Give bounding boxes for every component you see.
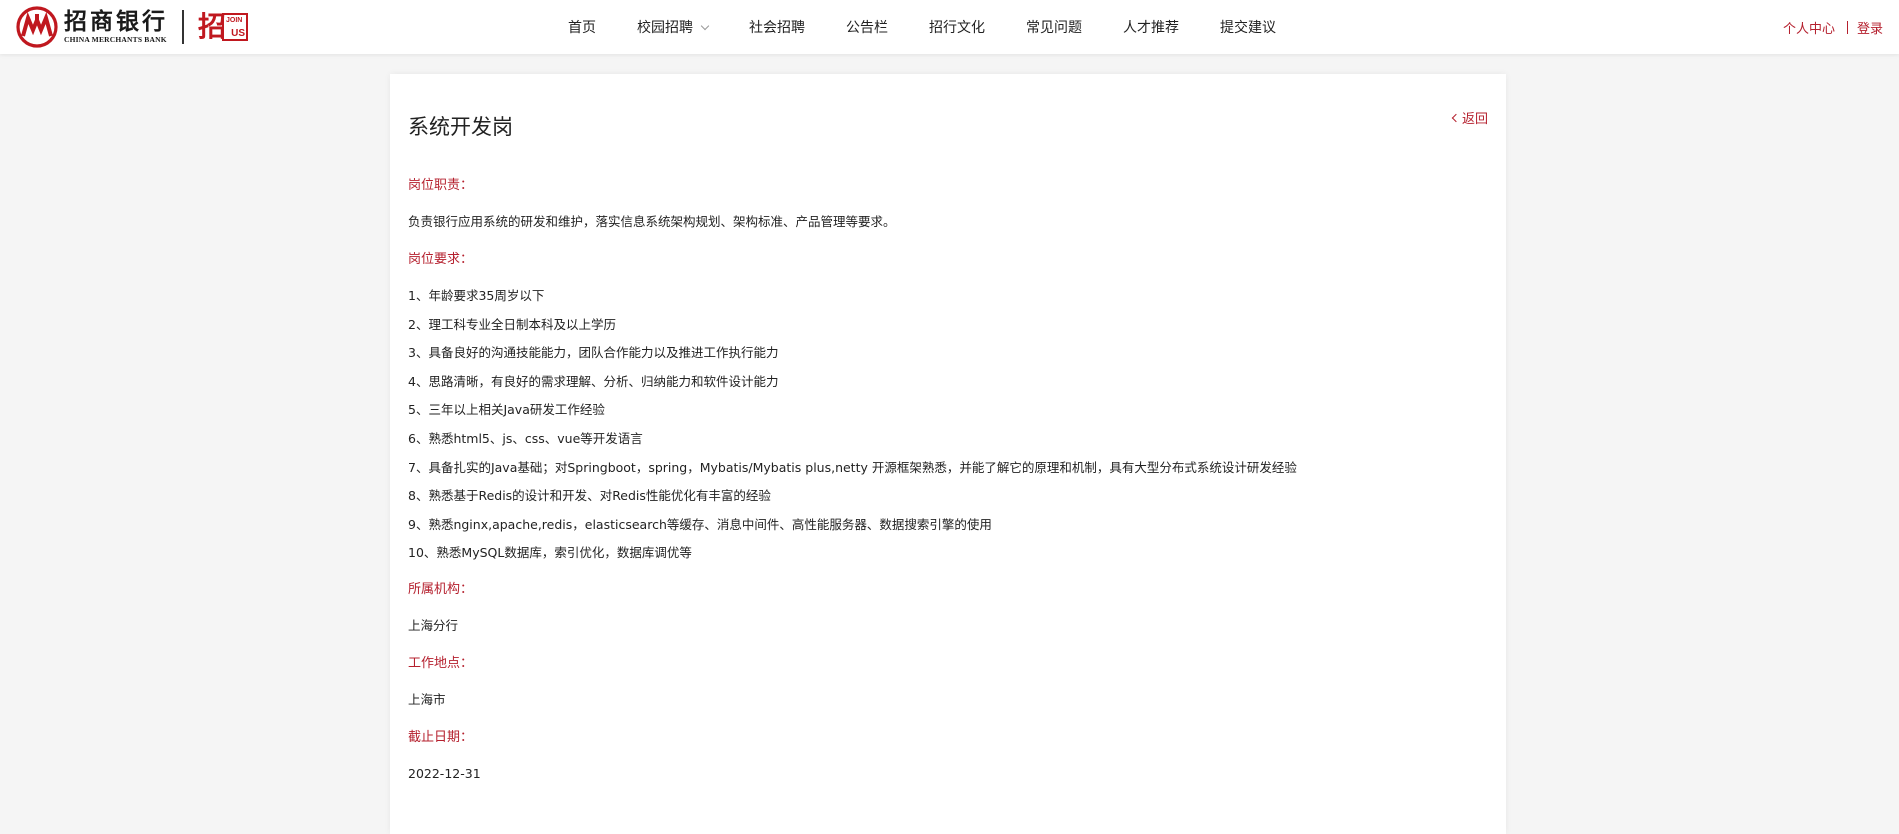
join-logo-box: JOIN US [222, 13, 249, 41]
logo-name-en: CHINA MERCHANTS BANK [64, 35, 167, 44]
nav-item-label: 人才推荐 [1123, 20, 1179, 36]
chevron-left-icon [1451, 113, 1461, 122]
back-label: 返回 [1461, 112, 1488, 127]
job-detail-card: 系统开发岗 返回 岗位职责： 负责银行应用系统的研发和维护，落实信息系统架构规划… [390, 74, 1506, 834]
nav-item-label: 招行文化 [929, 20, 985, 36]
join-us-logo: 招 JOIN US [198, 12, 249, 42]
nav-item-label: 公告栏 [846, 20, 888, 36]
nav-item-campus-recruitment[interactable]: 校园招聘 [637, 17, 710, 37]
logo-text: 招商银行 CHINA MERCHANTS BANK [64, 9, 168, 45]
job-content: 岗位职责： 负责银行应用系统的研发和维护，落实信息系统架构规划、架构标准、产品管… [408, 178, 1488, 804]
org-section-value: 上海分行 [408, 618, 1488, 656]
list-item: 5、三年以上相关Java研发工作经验 [408, 402, 605, 418]
header-user-links: 个人中心 登录 [1783, 0, 1883, 54]
nav-item-faq[interactable]: 常见问题 [1026, 17, 1082, 37]
login-link[interactable]: 登录 [1857, 18, 1883, 37]
nav-item-suggestions[interactable]: 提交建议 [1220, 17, 1276, 37]
duties-text: 负责银行应用系统的研发和维护，落实信息系统架构规划、架构标准、产品管理等要求。 [408, 214, 896, 229]
list-item: 6、熟悉html5、js、css、vue等开发语言 [408, 430, 643, 446]
deadline-label: 截止日期： [408, 730, 474, 746]
chevron-down-icon [700, 21, 710, 31]
nav-item-social-recruitment[interactable]: 社会招聘 [749, 17, 805, 37]
top-header: 招商银行 CHINA MERCHANTS BANK 招 JOIN US 首页 校… [0, 0, 1899, 54]
join-logo-word: JOIN [226, 17, 243, 24]
nav-item-culture[interactable]: 招行文化 [929, 17, 985, 37]
duties-section-label: 岗位职责： [408, 178, 1488, 214]
logo-divider [182, 10, 184, 44]
back-button[interactable]: 返回 [1451, 108, 1488, 127]
requirements-section-label: 岗位要求： [408, 252, 1488, 288]
duties-section-text: 负责银行应用系统的研发和维护，落实信息系统架构规划、架构标准、产品管理等要求。 [408, 214, 1488, 252]
org-value: 上海分行 [408, 618, 459, 634]
duties-label: 岗位职责： [408, 178, 474, 193]
list-item: 10、熟悉MySQL数据库，索引优化，数据库调优等 [408, 545, 692, 561]
page-title: 系统开发岗 [408, 115, 513, 139]
main-nav: 首页 校园招聘 社会招聘 公告栏 招行文化 常见问题 人才推荐 提交建议 [568, 0, 1317, 54]
org-label: 所属机构： [408, 582, 474, 598]
list-item: 7、具备扎实的Java基础；对Springboot，spring，Mybatis… [408, 459, 1297, 475]
org-section-label: 所属机构： [408, 582, 1488, 618]
list-item: 8、熟悉基于Redis的设计和开发、对Redis性能优化有丰富的经验 [408, 488, 771, 504]
nav-item-label: 首页 [568, 20, 596, 36]
list-item: 3、具备良好的沟通技能能力，团队合作能力以及推进工作执行能力 [408, 345, 779, 361]
nav-item-label: 常见问题 [1026, 20, 1082, 36]
user-center-link[interactable]: 个人中心 [1783, 18, 1835, 37]
cmb-logo-icon [16, 6, 58, 48]
location-label: 工作地点： [408, 656, 474, 672]
list-item: 2、理工科专业全日制本科及以上学历 [408, 316, 616, 332]
cmb-logo[interactable]: 招商银行 CHINA MERCHANTS BANK 招 JOIN US [16, 6, 249, 48]
list-item: 9、熟悉nginx,apache,redis，elasticsearch等缓存、… [408, 516, 992, 532]
requirements-list: 1、年龄要求35周岁以下 2、理工科专业全日制本科及以上学历 3、具备良好的沟通… [408, 288, 1488, 582]
nav-item-label: 提交建议 [1220, 20, 1276, 36]
requirements-label: 岗位要求： [408, 252, 474, 267]
deadline-section-label: 截止日期： [408, 730, 1488, 766]
location-value: 上海市 [408, 692, 446, 708]
join-logo-us: US [231, 28, 246, 39]
nav-item-label: 校园招聘 [637, 20, 693, 36]
header-separator [1846, 20, 1848, 34]
list-item: 1、年龄要求35周岁以下 [408, 288, 545, 303]
list-item: 4、思路清晰，有良好的需求理解、分析、归纳能力和软件设计能力 [408, 373, 779, 389]
nav-item-label: 社会招聘 [749, 20, 805, 36]
nav-item-announcements[interactable]: 公告栏 [846, 17, 888, 37]
nav-item-home[interactable]: 首页 [568, 17, 596, 37]
deadline-value: 2022-12-31 [408, 766, 481, 782]
location-section-label: 工作地点： [408, 656, 1488, 692]
deadline-section-value: 2022-12-31 [408, 766, 1488, 804]
location-section-value: 上海市 [408, 692, 1488, 730]
nav-item-talent-referral[interactable]: 人才推荐 [1123, 17, 1179, 37]
logo-name-cn: 招商银行 [64, 8, 168, 35]
